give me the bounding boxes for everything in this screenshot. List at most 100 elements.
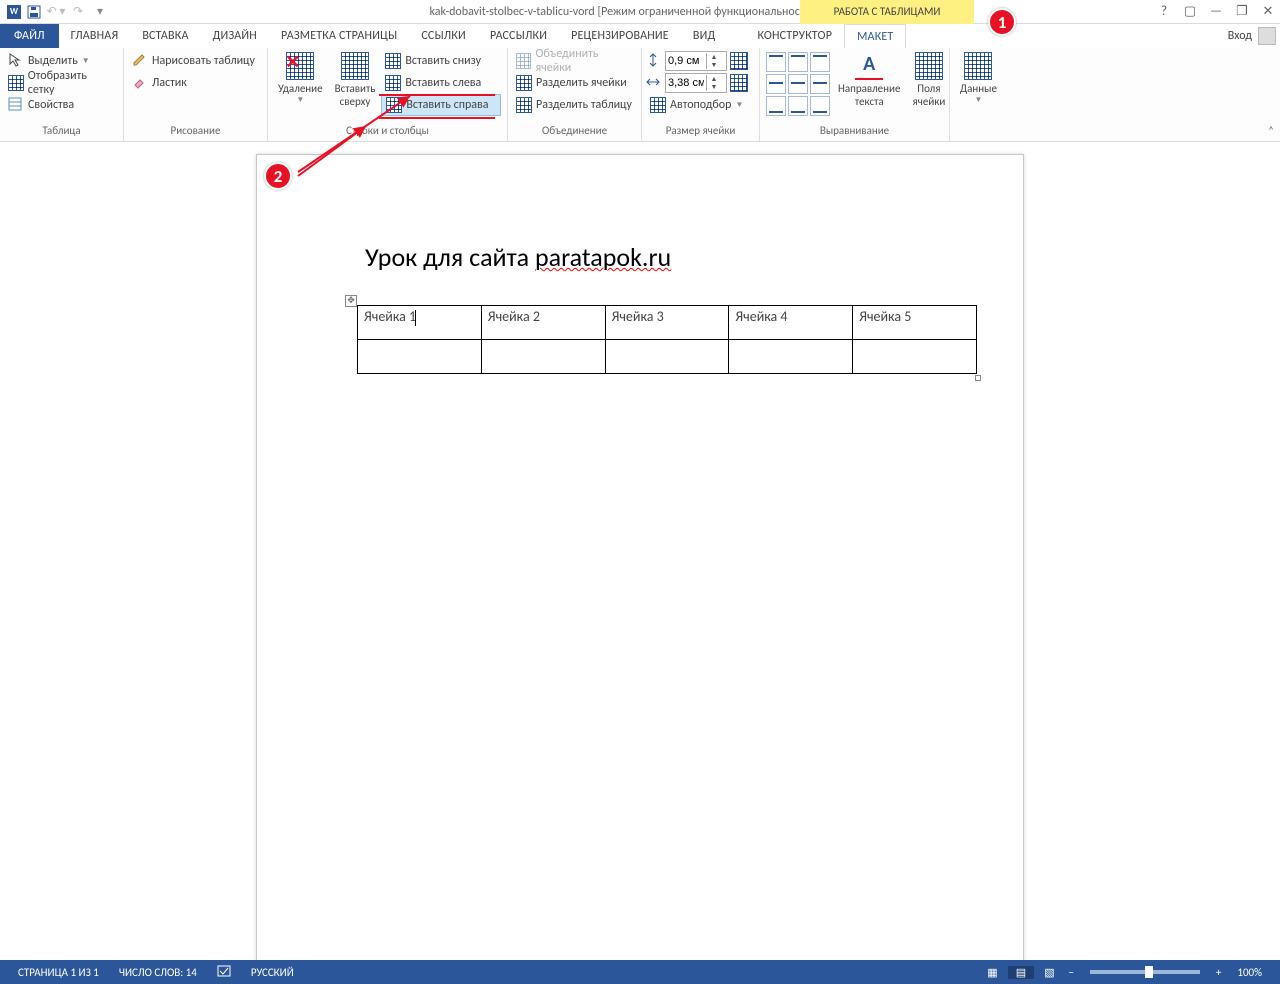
tab-file[interactable]: ФАЙЛ [0, 24, 59, 48]
text-cursor [415, 310, 416, 326]
merge-cells-button[interactable]: Объединить ячейки [512, 50, 637, 72]
group-alignment: A Направление текста Поля ячейки Выравни… [760, 48, 950, 141]
status-page[interactable]: СТРАНИЦА 1 ИЗ 1 [8, 966, 109, 979]
insert-above-button[interactable]: Вставить сверху [329, 50, 382, 122]
insert-right-button[interactable]: Вставить справа [381, 94, 501, 116]
tab-mailings[interactable]: РАССЫЛКИ [478, 24, 559, 48]
table-cell[interactable]: Ячейка 3 [605, 306, 729, 340]
quick-access-toolbar: W ↶ ▾ ↷ ▾ [0, 2, 110, 22]
tab-references[interactable]: ССЫЛКИ [409, 24, 478, 48]
table-cell[interactable]: Ячейка 4 [729, 306, 853, 340]
table-cell[interactable] [729, 340, 853, 374]
properties-button[interactable]: Свойства [4, 94, 119, 116]
read-mode-button[interactable]: ▦ [979, 966, 1005, 979]
account-area[interactable]: Вход [1228, 24, 1276, 48]
data-button[interactable]: Данные ▼ [954, 50, 1003, 122]
align-top-left[interactable] [766, 52, 786, 72]
zoom-level[interactable]: 100% [1227, 966, 1272, 979]
status-word-count[interactable]: ЧИСЛО СЛОВ: 14 [109, 966, 207, 979]
spin-down-icon[interactable]: ▼ [707, 83, 721, 91]
spin-down-icon[interactable]: ▼ [707, 61, 721, 69]
distribute-rows-button[interactable] [730, 52, 748, 70]
undo-button[interactable]: ↶ ▾ [46, 2, 66, 22]
print-layout-button[interactable]: ▤ [1008, 966, 1034, 979]
table-row[interactable]: Ячейка 1 Ячейка 2 Ячейка 3 Ячейка 4 Ячей… [358, 306, 977, 340]
table-tools-context-label: РАБОТА С ТАБЛИЦАМИ [800, 0, 974, 24]
status-language[interactable]: РУССКИЙ [241, 966, 304, 979]
align-middle-left[interactable] [766, 74, 786, 94]
align-bottom-right[interactable] [810, 96, 830, 116]
distribute-columns-button[interactable] [730, 74, 748, 92]
split-table-button[interactable]: Разделить таблицу [512, 94, 637, 116]
redo-button[interactable]: ↷ [68, 2, 88, 22]
text-direction-button[interactable]: A Направление текста [832, 50, 906, 122]
group-rows-columns: ✕ Удаление ▼ Вставить сверху Вставить сн… [268, 48, 508, 141]
align-top-center[interactable] [788, 52, 808, 72]
align-bottom-left[interactable] [766, 96, 786, 116]
cell-margins-button[interactable]: Поля ячейки [906, 50, 951, 122]
column-width-input[interactable]: ▲▼ [665, 73, 727, 93]
ribbon-display-options[interactable]: ▢ [1182, 4, 1198, 19]
restore-button[interactable]: ❐ [1234, 4, 1250, 19]
close-button[interactable]: ✕ [1260, 4, 1276, 19]
save-button[interactable] [24, 2, 44, 22]
merge-cells-icon [516, 53, 531, 69]
zoom-in-button[interactable]: + [1210, 966, 1227, 979]
zoom-slider[interactable] [1090, 970, 1200, 974]
split-table-icon [516, 97, 532, 113]
align-middle-right[interactable] [810, 74, 830, 94]
split-cells-button[interactable]: Разделить ячейки [512, 72, 637, 94]
view-gridlines-button[interactable]: Отобразить сетку [4, 72, 119, 94]
insert-right-icon [386, 97, 402, 113]
window-title: kak-dobavit-stolbec-v-tablicu-vord [Режи… [429, 5, 850, 19]
account-label: Вход [1228, 29, 1252, 43]
tab-insert[interactable]: ВСТАВКА [130, 24, 200, 48]
tab-layout[interactable]: МАКЕТ [844, 24, 906, 48]
table-cell[interactable] [358, 340, 482, 374]
align-top-right[interactable] [810, 52, 830, 72]
data-icon [964, 52, 992, 80]
annotation-underline [379, 117, 495, 119]
table-resize-handle[interactable] [975, 375, 981, 381]
status-proofing-icon[interactable] [207, 964, 241, 981]
tab-review[interactable]: РЕЦЕНЗИРОВАНИЕ [559, 24, 681, 48]
insert-left-button[interactable]: Вставить слева [381, 72, 501, 94]
tab-home[interactable]: ГЛАВНАЯ [59, 24, 131, 48]
collapse-ribbon-button[interactable]: ˄ [1268, 124, 1274, 137]
tab-constructor[interactable]: КОНСТРУКТОР [745, 24, 844, 48]
help-button[interactable]: ? [1156, 4, 1172, 19]
align-middle-center[interactable] [788, 74, 808, 94]
table-cell[interactable]: Ячейка 2 [481, 306, 605, 340]
table-cell[interactable]: Ячейка 1 [358, 306, 482, 340]
table-cell[interactable]: Ячейка 5 [853, 306, 977, 340]
autofit-button[interactable]: Автоподбор ▼ [646, 94, 755, 116]
delete-button[interactable]: ✕ Удаление ▼ [272, 50, 329, 122]
tab-page-layout[interactable]: РАЗМЕТКА СТРАНИЦЫ [269, 24, 409, 48]
group-merge: Объединить ячейки Разделить ячейки Разде… [508, 48, 642, 141]
table-cell[interactable] [605, 340, 729, 374]
zoom-slider-thumb[interactable] [1145, 966, 1153, 978]
table-row[interactable] [358, 340, 977, 374]
zoom-out-button[interactable]: − [1062, 966, 1079, 979]
window-controls: ? ▢ — ❐ ✕ [1156, 4, 1276, 19]
eraser-button[interactable]: Ластик [128, 72, 263, 94]
draw-table-button[interactable]: Нарисовать таблицу [128, 50, 263, 72]
properties-icon [8, 97, 24, 113]
group-label-draw: Рисование [128, 123, 263, 139]
web-layout-button[interactable]: ▧ [1036, 966, 1062, 979]
table-move-handle[interactable]: ✥ [345, 295, 357, 307]
chevron-down-icon: ▼ [296, 95, 304, 105]
minimize-button[interactable]: — [1208, 4, 1224, 19]
tab-view[interactable]: ВИД [681, 24, 728, 48]
document-area[interactable]: Урок для сайта paratapok.ru ✥ Ячейка 1 Я… [0, 142, 1280, 960]
insert-left-icon [385, 75, 401, 91]
tab-design[interactable]: ДИЗАЙН [201, 24, 269, 48]
document-table[interactable]: Ячейка 1 Ячейка 2 Ячейка 3 Ячейка 4 Ячей… [357, 305, 977, 374]
table-cell[interactable] [481, 340, 605, 374]
insert-below-button[interactable]: Вставить снизу [381, 50, 501, 72]
table-cell[interactable] [853, 340, 977, 374]
align-bottom-center[interactable] [788, 96, 808, 116]
qat-customize[interactable]: ▾ [90, 2, 110, 22]
row-height-input[interactable]: ▲▼ [665, 51, 727, 71]
document-page[interactable]: Урок для сайта paratapok.ru ✥ Ячейка 1 Я… [256, 154, 1024, 960]
